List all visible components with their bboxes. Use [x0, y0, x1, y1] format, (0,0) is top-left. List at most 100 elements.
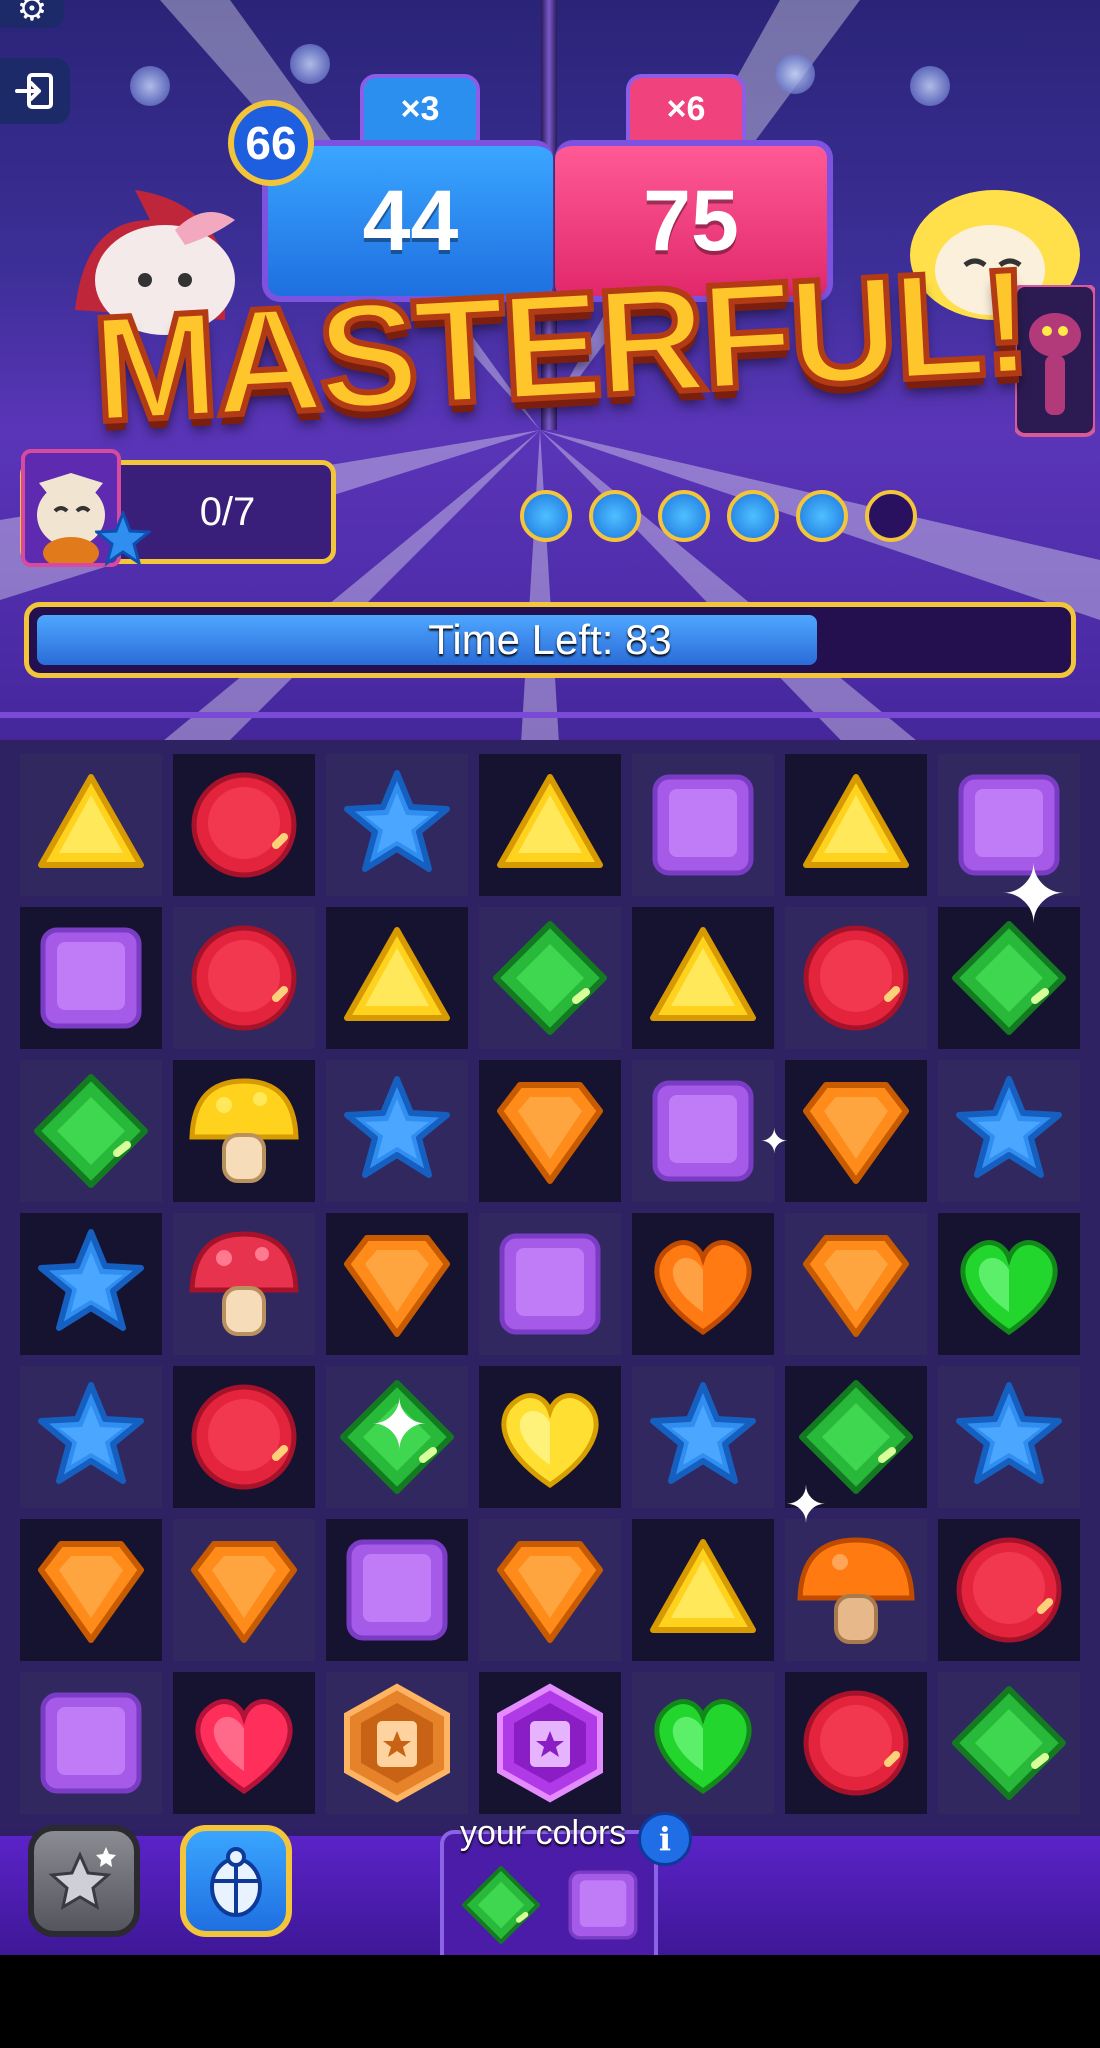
board-cell[interactable]: [479, 1213, 621, 1355]
orange-shield-gem-icon: [497, 1541, 603, 1643]
board-cell[interactable]: [479, 1519, 621, 1661]
collect-goal-progress: 0/7: [199, 489, 256, 534]
purple-book-hex-gem-icon: [497, 1683, 603, 1803]
board-cell[interactable]: [173, 1213, 315, 1355]
board-divider: [0, 712, 1100, 718]
board-cell[interactable]: [632, 1060, 774, 1202]
time-bar: Time Left: 83: [24, 602, 1076, 678]
red-circle-gem-icon: [956, 1537, 1062, 1643]
red-mushroom-gem-icon: [189, 1231, 299, 1336]
board-cell[interactable]: [326, 754, 468, 896]
board-cell[interactable]: [938, 1060, 1080, 1202]
board-cell[interactable]: [479, 1672, 621, 1814]
purple-square-gem-icon: [499, 1233, 601, 1335]
orange-shield-gem-icon: [191, 1541, 297, 1643]
red-circle-gem-icon: [191, 1384, 297, 1490]
board-cell[interactable]: [479, 907, 621, 1049]
board-cell[interactable]: [326, 1672, 468, 1814]
round-dot: [658, 490, 710, 542]
board-cell[interactable]: [632, 1519, 774, 1661]
orange-shield-gem-icon: [497, 1082, 603, 1184]
yellow-triangle-gem-icon: [803, 774, 909, 868]
round-dot: [520, 490, 572, 542]
red-circle-gem-icon: [191, 772, 297, 878]
exit-icon: [15, 73, 53, 109]
purple-square-gem-icon: [568, 1870, 638, 1940]
player-level-badge: 66: [228, 100, 314, 186]
board-cell[interactable]: [20, 1060, 162, 1202]
board-cell[interactable]: [20, 754, 162, 896]
sparkle: ✦: [370, 1384, 429, 1466]
board-cell[interactable]: [632, 907, 774, 1049]
sparkle: ✦: [760, 1122, 789, 1162]
board-cell[interactable]: [632, 1366, 774, 1508]
board-cell[interactable]: [938, 1519, 1080, 1661]
purple-square-gem-icon: [40, 927, 142, 1029]
yellow-triangle-gem-icon: [650, 1539, 756, 1633]
board-cell[interactable]: [20, 1213, 162, 1355]
blue-star-gem-icon: [956, 1076, 1062, 1178]
board-cell[interactable]: [326, 907, 468, 1049]
board-cell[interactable]: [785, 1672, 927, 1814]
board-cell[interactable]: [20, 1519, 162, 1661]
blue-star-gem-icon: [38, 1229, 144, 1331]
green-diamond-gem-icon: [462, 1866, 540, 1944]
blue-star-gem-icon: [956, 1382, 1062, 1484]
scarab-booster-button[interactable]: [180, 1825, 292, 1937]
board-cell[interactable]: [326, 1213, 468, 1355]
board-cell[interactable]: [173, 1519, 315, 1661]
round-dot: [589, 490, 641, 542]
board-cell[interactable]: [326, 1519, 468, 1661]
board-cell[interactable]: [785, 1213, 927, 1355]
board-cell[interactable]: [938, 1672, 1080, 1814]
gem-board: [0, 740, 1100, 1830]
blue-star-gem-icon: [650, 1382, 756, 1484]
stars-booster-button[interactable]: [28, 1825, 140, 1937]
sparkle: ✦: [785, 1476, 827, 1534]
red-circle-gem-icon: [803, 925, 909, 1031]
round-dot: [865, 490, 917, 542]
board-cell[interactable]: [20, 1366, 162, 1508]
info-button[interactable]: i: [638, 1812, 692, 1866]
board-cell[interactable]: [20, 907, 162, 1049]
yellow-heart-gem-icon: [501, 1393, 599, 1489]
board-cell[interactable]: [785, 907, 927, 1049]
board-cell[interactable]: [173, 1060, 315, 1202]
yellow-mushroom-gem-icon: [189, 1078, 299, 1183]
board-cell[interactable]: [479, 754, 621, 896]
board-cell[interactable]: [632, 1672, 774, 1814]
red-circle-gem-icon: [803, 1690, 909, 1796]
orange-heart-gem-icon: [654, 1240, 752, 1336]
right-multiplier: ×6: [626, 74, 746, 144]
orange-shield-gem-icon: [803, 1235, 909, 1337]
your-colors-label: your colors: [460, 1813, 627, 1852]
board-cell[interactable]: [173, 1672, 315, 1814]
yellow-triangle-gem-icon: [344, 927, 450, 1021]
board-cell[interactable]: [785, 1060, 927, 1202]
blue-star-gem-icon: [38, 1382, 144, 1484]
blue-star-gem-icon: [344, 1076, 450, 1178]
board-cell[interactable]: [173, 754, 315, 896]
board-cell[interactable]: [173, 1366, 315, 1508]
blue-star-gem-icon: [344, 770, 450, 872]
orange-shield-gem-icon: [344, 1235, 450, 1337]
board-cell[interactable]: [938, 1366, 1080, 1508]
time-left-label: Time Left: 83: [428, 616, 672, 663]
board-cell[interactable]: [20, 1672, 162, 1814]
collect-goal-panel: 0/7: [20, 449, 336, 569]
board-cell[interactable]: [938, 1213, 1080, 1355]
board-cell[interactable]: [173, 907, 315, 1049]
settings-button[interactable]: ⚙: [0, 0, 64, 28]
board-cell[interactable]: [632, 754, 774, 896]
board-cell[interactable]: [479, 1060, 621, 1202]
board-cell[interactable]: [326, 1060, 468, 1202]
orange-book-hex-gem-icon: [344, 1683, 450, 1803]
orange-shield-gem-icon: [803, 1082, 909, 1184]
green-diamond-gem-icon: [952, 1686, 1066, 1800]
yellow-triangle-gem-icon: [497, 774, 603, 868]
board-cell[interactable]: [479, 1366, 621, 1508]
board-cell[interactable]: [785, 1519, 927, 1661]
exit-button[interactable]: [0, 58, 70, 124]
board-cell[interactable]: [785, 754, 927, 896]
board-cell[interactable]: [632, 1213, 774, 1355]
